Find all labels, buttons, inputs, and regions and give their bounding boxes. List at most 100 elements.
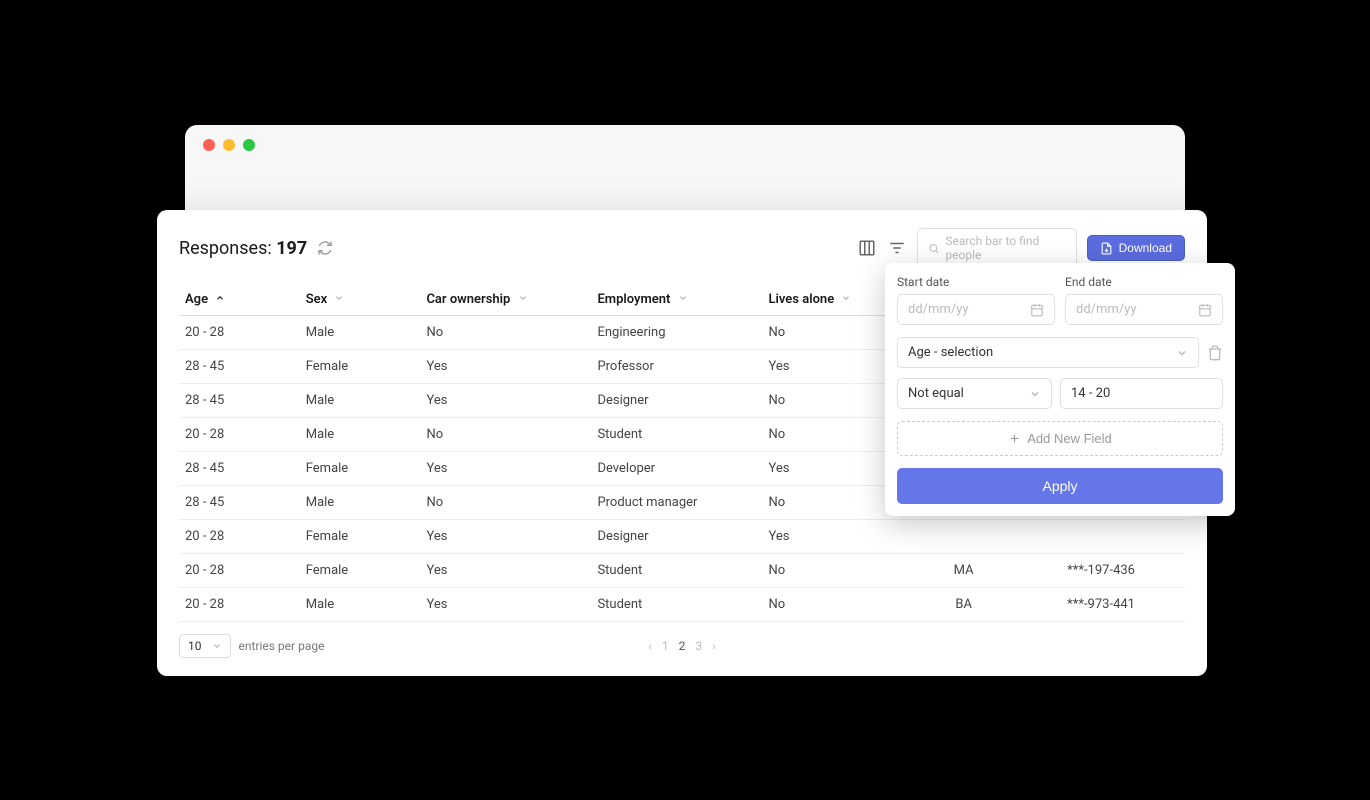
download-label: Download [1119, 241, 1172, 255]
filter-value-text: 14 - 20 [1071, 386, 1110, 401]
cell-employment: Developer [591, 452, 762, 486]
cell-employment: Product manager [591, 486, 762, 520]
calendar-icon [1198, 303, 1212, 317]
chevron-down-icon [334, 293, 344, 306]
add-field-label: Add New Field [1027, 431, 1112, 446]
chevron-down-icon [212, 641, 222, 651]
table-row[interactable]: 20 - 28FemaleYesDesignerYes [179, 520, 1185, 554]
delete-filter-button[interactable] [1207, 345, 1223, 361]
cell-sex: Female [300, 350, 421, 384]
cell-sex: Male [300, 486, 421, 520]
cell-employment: Engineering [591, 316, 762, 350]
cell-lives-alone: Yes [762, 520, 903, 554]
cell-age: 20 - 28 [179, 554, 300, 588]
responses-prefix: Responses: [179, 238, 276, 259]
end-date-input[interactable]: dd/mm/yy [1065, 294, 1223, 325]
cell-employment: Professor [591, 350, 762, 384]
filter-value-input[interactable]: 14 - 20 [1060, 378, 1223, 409]
page-size-select[interactable]: 10 [179, 634, 231, 658]
cell-lives-alone: No [762, 554, 903, 588]
cell-sex: Male [300, 316, 421, 350]
columns-icon[interactable] [857, 238, 877, 258]
pager-page-1[interactable]: 1 [662, 639, 669, 653]
pager-next[interactable]: › [712, 639, 716, 653]
cell-sex: Male [300, 384, 421, 418]
cell-car-ownership: Yes [420, 588, 591, 622]
chevron-down-icon [518, 293, 528, 306]
chevron-down-icon [1029, 388, 1041, 400]
chevron-down-icon [1176, 347, 1188, 359]
cell-car-ownership: No [420, 316, 591, 350]
trash-icon [1207, 345, 1223, 361]
responses-count: 197 [276, 238, 307, 259]
cell-lives-alone: Yes [762, 350, 903, 384]
filter-operator-select[interactable]: Not equal [897, 378, 1052, 409]
cell-age: 20 - 28 [179, 418, 300, 452]
cell-car-ownership: Yes [420, 452, 591, 486]
cell-sex: Male [300, 588, 421, 622]
start-date-label: Start date [897, 275, 1055, 289]
entries-per-page: 10 entries per page [179, 634, 324, 658]
start-date-input[interactable]: dd/mm/yy [897, 294, 1055, 325]
search-icon [928, 242, 940, 255]
pager-prev[interactable]: ‹ [648, 639, 652, 653]
responses-label: Responses: 197 [179, 238, 307, 259]
header-sex[interactable]: Sex [300, 284, 421, 316]
search-placeholder: Search bar to find people [945, 234, 1065, 262]
cell-lives-alone: No [762, 418, 903, 452]
cell-sex: Female [300, 452, 421, 486]
cell-lives-alone: No [762, 384, 903, 418]
cell-lives-alone: No [762, 316, 903, 350]
cell-age: 20 - 28 [179, 520, 300, 554]
pager-page-2[interactable]: 2 [679, 639, 686, 653]
add-new-field-button[interactable]: Add New Field [897, 421, 1223, 456]
filter-field-value: Age - selection [908, 345, 993, 360]
cell-car-ownership: Yes [420, 554, 591, 588]
apply-button[interactable]: Apply [897, 468, 1223, 504]
filter-panel: Start date dd/mm/yy End date dd/mm/yy Ag… [885, 263, 1235, 516]
filter-field-select[interactable]: Age - selection [897, 337, 1199, 368]
cell-car-ownership: Yes [420, 350, 591, 384]
table-row[interactable]: 20 - 28MaleYesStudentNoBA***-973-441 [179, 588, 1185, 622]
cell-car-ownership: No [420, 486, 591, 520]
pager-page-3[interactable]: 3 [695, 639, 702, 653]
page-size-value: 10 [188, 639, 202, 653]
chevron-down-icon [678, 293, 688, 306]
cell-degree [903, 520, 1024, 554]
cell-employment: Student [591, 418, 762, 452]
end-date-label: End date [1065, 275, 1223, 289]
chevron-down-icon [841, 293, 851, 306]
download-icon [1100, 242, 1113, 255]
header-lives-alone[interactable]: Lives alone [762, 284, 903, 316]
cell-age: 20 - 28 [179, 316, 300, 350]
cell-degree: MA [903, 554, 1024, 588]
traffic-lights [185, 125, 1185, 165]
search-input[interactable]: Search bar to find people [917, 228, 1077, 268]
cell-age: 20 - 28 [179, 588, 300, 622]
calendar-icon [1030, 303, 1044, 317]
cell-lives-alone: No [762, 588, 903, 622]
refresh-icon[interactable] [317, 240, 333, 256]
download-button[interactable]: Download [1087, 235, 1185, 261]
cell-phone [1024, 520, 1185, 554]
apply-label: Apply [1042, 478, 1077, 494]
cell-employment: Student [591, 588, 762, 622]
header-age[interactable]: Age [179, 284, 300, 316]
cell-phone: ***-973-441 [1024, 588, 1185, 622]
window-maximize-button[interactable] [243, 139, 255, 151]
toolbar: Responses: 197 Search bar to find people… [179, 228, 1185, 268]
header-car-ownership[interactable]: Car ownership [420, 284, 591, 316]
cell-car-ownership: Yes [420, 520, 591, 554]
cell-age: 28 - 45 [179, 384, 300, 418]
window-minimize-button[interactable] [223, 139, 235, 151]
window-close-button[interactable] [203, 139, 215, 151]
pager: ‹ 1 2 3 › [648, 639, 715, 653]
pagination-row: 10 entries per page ‹ 1 2 3 › [179, 634, 1185, 658]
cell-sex: Male [300, 418, 421, 452]
cell-employment: Designer [591, 520, 762, 554]
cell-age: 28 - 45 [179, 486, 300, 520]
table-row[interactable]: 20 - 28FemaleYesStudentNoMA***-197-436 [179, 554, 1185, 588]
filter-icon[interactable] [887, 238, 907, 258]
filter-operator-value: Not equal [908, 386, 964, 401]
header-employment[interactable]: Employment [591, 284, 762, 316]
